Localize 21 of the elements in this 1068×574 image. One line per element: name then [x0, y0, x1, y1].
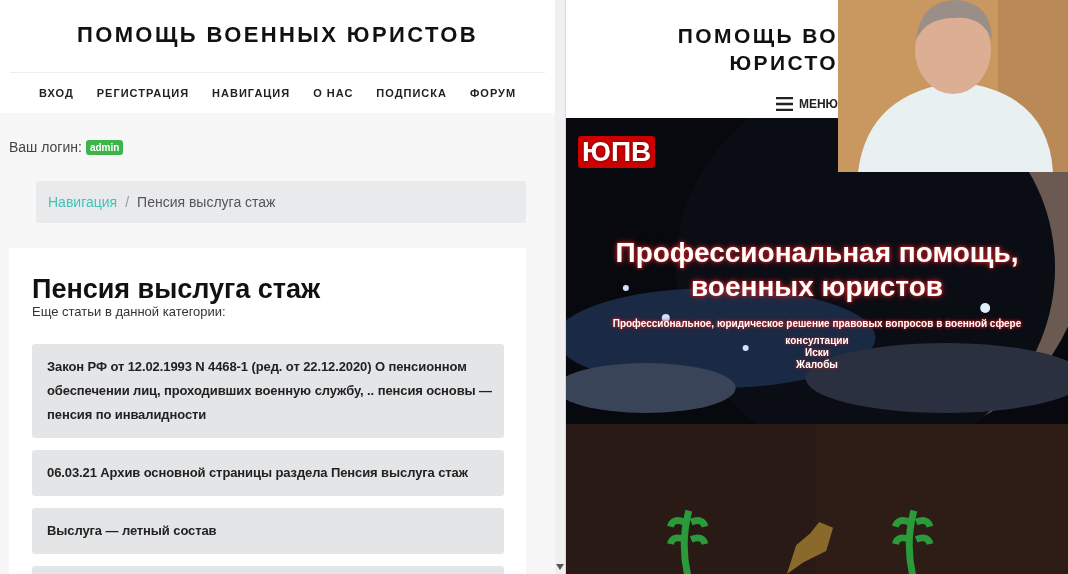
site-title: ПОМОЩЬ ВОЕННЫХ ЮРИСТОВ — [10, 22, 545, 73]
article-link[interactable]: Выслуга — летный состав — [32, 508, 504, 554]
menu-button[interactable]: МЕНЮ — [775, 97, 838, 111]
nav-link[interactable]: НАВИГАЦИЯ — [212, 87, 291, 99]
site-title: ПОМОЩЬ ВО — [676, 23, 838, 49]
site-title: ЮРИСТО — [728, 50, 838, 76]
nav-link[interactable]: ВХОД — [38, 87, 74, 99]
nav-link[interactable]: РЕГИСТРАЦИЯ — [96, 87, 190, 99]
username-badge: admin — [85, 139, 124, 155]
nav-link[interactable]: ПОДПИСКА — [376, 87, 447, 99]
breadcrumb-current: Пенсия выслуга стаж — [137, 194, 276, 210]
nav-link[interactable]: О НАС — [313, 87, 354, 99]
scroll-down-icon[interactable] — [556, 564, 564, 570]
breadcrumb-separator: / — [125, 194, 130, 210]
page-heading: Пенсия выслуга стаж — [32, 274, 322, 304]
menu-icon — [775, 97, 793, 111]
category-caption: Еще статьи в данной категории: — [32, 304, 227, 319]
article-link[interactable]: Закон РФ от 12.02.1993 N 4468-1 (ред. от 22.12.2020) О пенсионном обеспечении лиц, проходивших военную службу, .. пенсия основы — пенсия по инвалидности — [32, 344, 504, 438]
login-label: Ваш логин: — [9, 139, 82, 155]
nav-link[interactable]: ФОРУМ — [469, 87, 517, 99]
article-link[interactable]: 06.03.21 Архив основной страницы раздела Пенсия выслуга стаж — [32, 450, 504, 496]
